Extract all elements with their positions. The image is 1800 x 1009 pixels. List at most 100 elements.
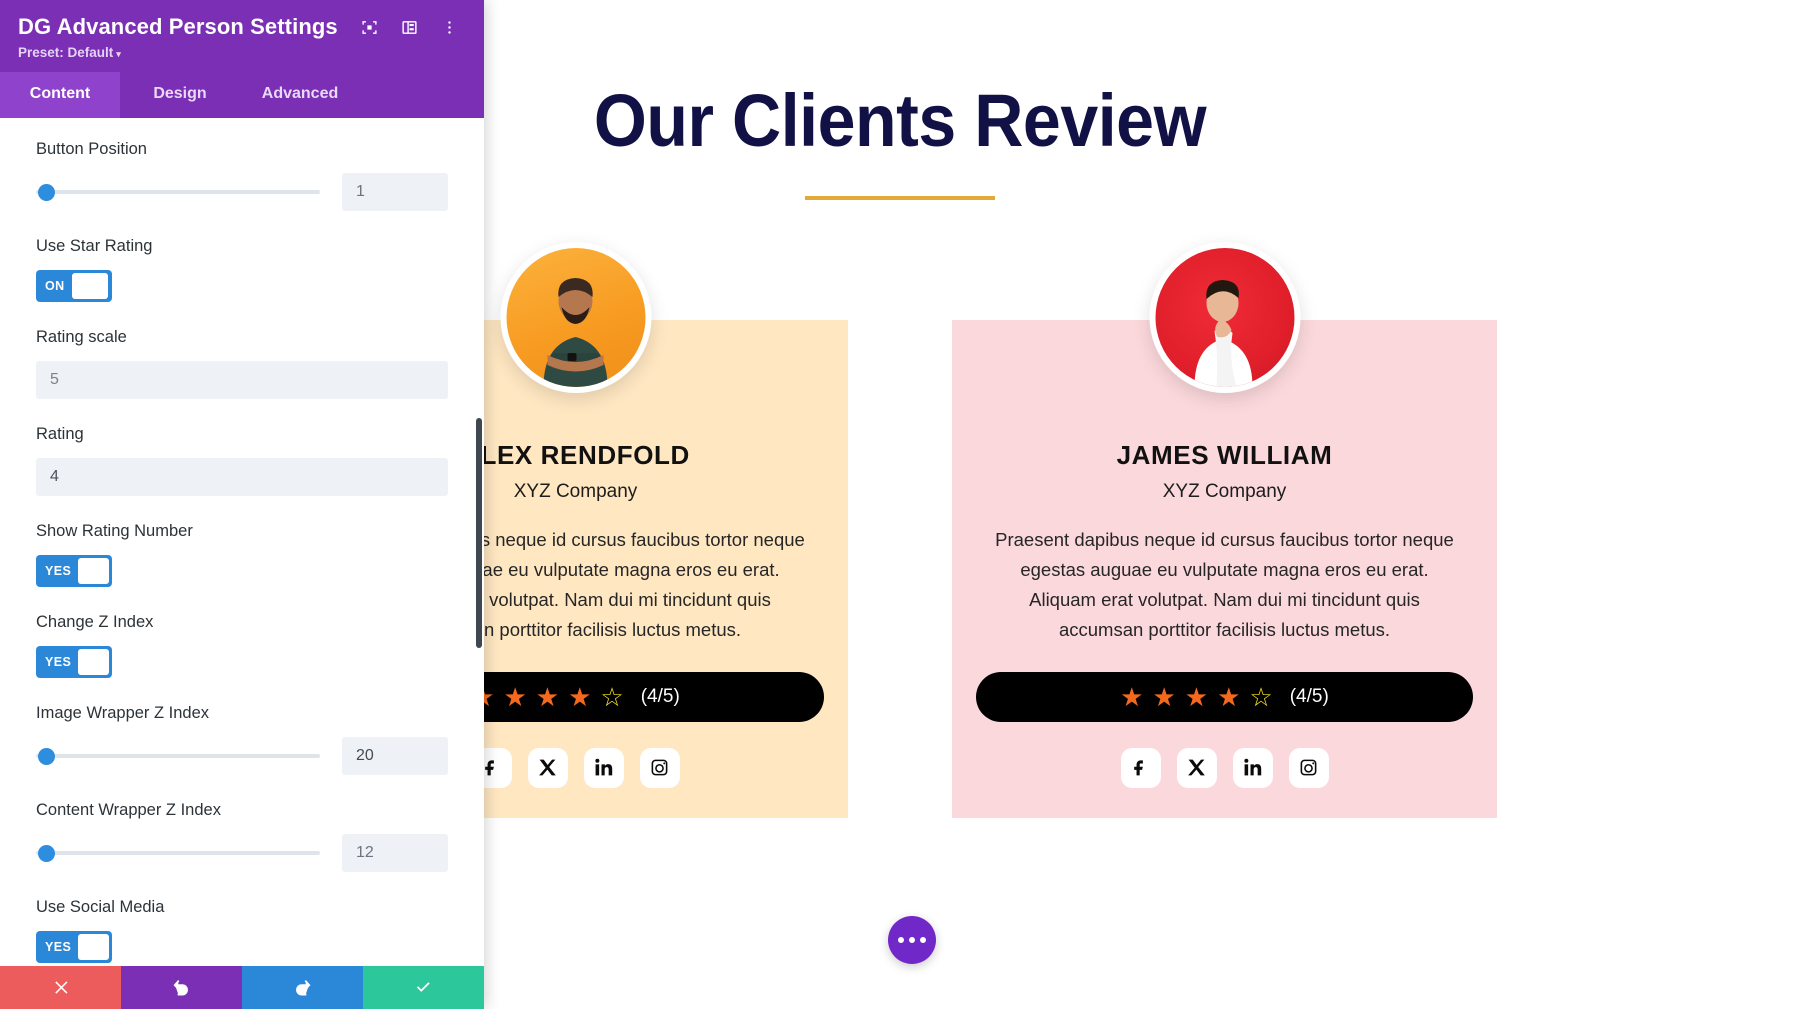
x-twitter-icon[interactable] [1176, 747, 1217, 788]
toggle-knob [78, 649, 109, 675]
star-filled-icon: ★ [1184, 681, 1209, 712]
change-z-index-toggle[interactable]: YES [36, 646, 112, 678]
toggle-state-label: YES [45, 655, 72, 669]
field-label: Button Position [36, 140, 147, 158]
field-label: Show Rating Number [36, 522, 193, 540]
field-image-wrapper-z-index: Image Wrapper Z Index 20 [36, 704, 448, 775]
field-label: Image Wrapper Z Index [36, 704, 210, 722]
field-content-wrapper-z-index: Content Wrapper Z Index 12 [36, 801, 448, 872]
panel-title: DG Advanced Person Settings [18, 14, 338, 39]
toggle-knob [78, 558, 109, 584]
cancel-button[interactable] [0, 966, 121, 1009]
rating-scale-input[interactable]: 5 [36, 361, 448, 399]
person-photo-james [1194, 280, 1253, 387]
focus-target-icon[interactable] [360, 17, 380, 37]
toggle-knob [78, 934, 109, 960]
undo-button[interactable] [121, 966, 242, 1009]
field-label: Change Z Index [36, 613, 154, 631]
star-filled-icon: ★ [1120, 681, 1144, 712]
redo-icon [296, 980, 311, 996]
field-use-star-rating: Use Star Rating ON [36, 237, 448, 302]
toggle-state-label: YES [45, 564, 72, 578]
checkmark-icon [416, 982, 430, 992]
field-button-position: Button Position 1 [36, 140, 448, 211]
preset-label: Preset: Default [18, 45, 114, 60]
tab-design[interactable]: Design [120, 72, 240, 118]
field-label: Content Wrapper Z Index [36, 801, 221, 819]
panel-scrollbar[interactable] [476, 418, 482, 648]
panel-tabs: Content Design Advanced [0, 72, 484, 118]
toggle-state-label: ON [45, 279, 65, 293]
card-company: XYZ Company [1162, 481, 1287, 502]
card-person-name: JAMES WILLIAM [1116, 440, 1333, 470]
image-wrapper-z-index-value[interactable]: 20 [342, 737, 448, 775]
preset-selector[interactable]: Preset: Default ▾ [18, 45, 466, 60]
facebook-icon[interactable] [1120, 747, 1161, 788]
field-show-rating-number: Show Rating Number YES [36, 522, 448, 587]
use-star-rating-toggle[interactable]: ON [36, 270, 112, 302]
tab-advanced[interactable]: Advanced [240, 72, 360, 118]
linkedin-icon[interactable] [583, 747, 624, 788]
person-photo-alex [543, 278, 608, 387]
field-label: Rating [36, 425, 84, 443]
module-settings-panel: DG Advanced Person Settings Preset: Defa… [0, 0, 484, 1009]
more-options-fab[interactable] [888, 916, 936, 964]
slider-knob[interactable] [38, 747, 55, 765]
toggle-knob [71, 273, 108, 299]
button-position-slider[interactable] [36, 183, 320, 201]
dot [909, 937, 915, 943]
close-icon [55, 981, 68, 994]
star-filled-icon: ★ [535, 681, 560, 712]
star-filled-icon: ★ [568, 681, 592, 712]
toggle-state-label: YES [45, 940, 72, 954]
star-filled-icon: ★ [503, 681, 527, 712]
more-vertical-icon[interactable] [440, 17, 460, 37]
content-wrapper-z-index-slider[interactable] [36, 844, 320, 862]
field-rating: Rating 4 [36, 425, 448, 496]
tab-content[interactable]: Content [0, 72, 120, 118]
star-outline-icon: ☆ [1249, 681, 1273, 712]
star-filled-icon: ★ [1152, 681, 1176, 712]
instagram-icon[interactable] [1288, 747, 1329, 788]
panel-header: DG Advanced Person Settings Preset: Defa… [0, 0, 484, 72]
slider-track [36, 851, 320, 855]
field-rating-scale: Rating scale 5 [36, 328, 448, 399]
content-wrapper-z-index-value[interactable]: 12 [342, 834, 448, 872]
image-wrapper-z-index-slider[interactable] [36, 747, 320, 765]
linkedin-icon[interactable] [1232, 747, 1273, 788]
rating-number: (4/5) [640, 685, 680, 707]
dot [920, 937, 926, 943]
show-rating-number-toggle[interactable]: YES [36, 555, 112, 587]
use-social-media-toggle[interactable]: YES [36, 931, 112, 963]
star-filled-icon: ★ [1217, 681, 1241, 712]
social-links [974, 747, 1475, 788]
redo-button[interactable] [242, 966, 363, 1009]
field-label: Rating scale [36, 328, 127, 346]
chevron-down-icon: ▾ [116, 49, 121, 59]
dot [898, 937, 904, 943]
app-root: Our Clients Review ALEX RENDFOLD XYZ Com… [0, 0, 1800, 1009]
button-position-value[interactable]: 1 [342, 173, 448, 211]
avatar [1149, 242, 1300, 393]
rating-input[interactable]: 4 [36, 458, 448, 496]
title-underline [805, 196, 995, 200]
instagram-icon[interactable] [639, 747, 680, 788]
field-use-social-media: Use Social Media YES [36, 898, 448, 963]
rating-number: (4/5) [1289, 685, 1329, 707]
testimonial-card[interactable]: JAMES WILLIAM XYZ Company Praesent dapib… [952, 242, 1497, 818]
slider-track [36, 754, 320, 758]
rating-bar: ★ ★ ★ ★ ☆ (4/5) [976, 671, 1473, 722]
slider-knob[interactable] [38, 183, 55, 201]
star-outline-icon: ☆ [600, 681, 624, 712]
x-twitter-icon[interactable] [527, 747, 568, 788]
undo-icon [173, 980, 188, 996]
save-button[interactable] [363, 966, 484, 1009]
layout-columns-icon[interactable] [400, 17, 420, 37]
field-label: Use Social Media [36, 898, 165, 916]
slider-track [36, 190, 320, 194]
field-change-z-index: Change Z Index YES [36, 613, 448, 678]
panel-body: Button Position 1 Use Star Rating ON Rat… [0, 118, 484, 966]
slider-knob[interactable] [38, 844, 55, 862]
field-label: Use Star Rating [36, 237, 153, 255]
panel-footer [0, 966, 484, 1009]
